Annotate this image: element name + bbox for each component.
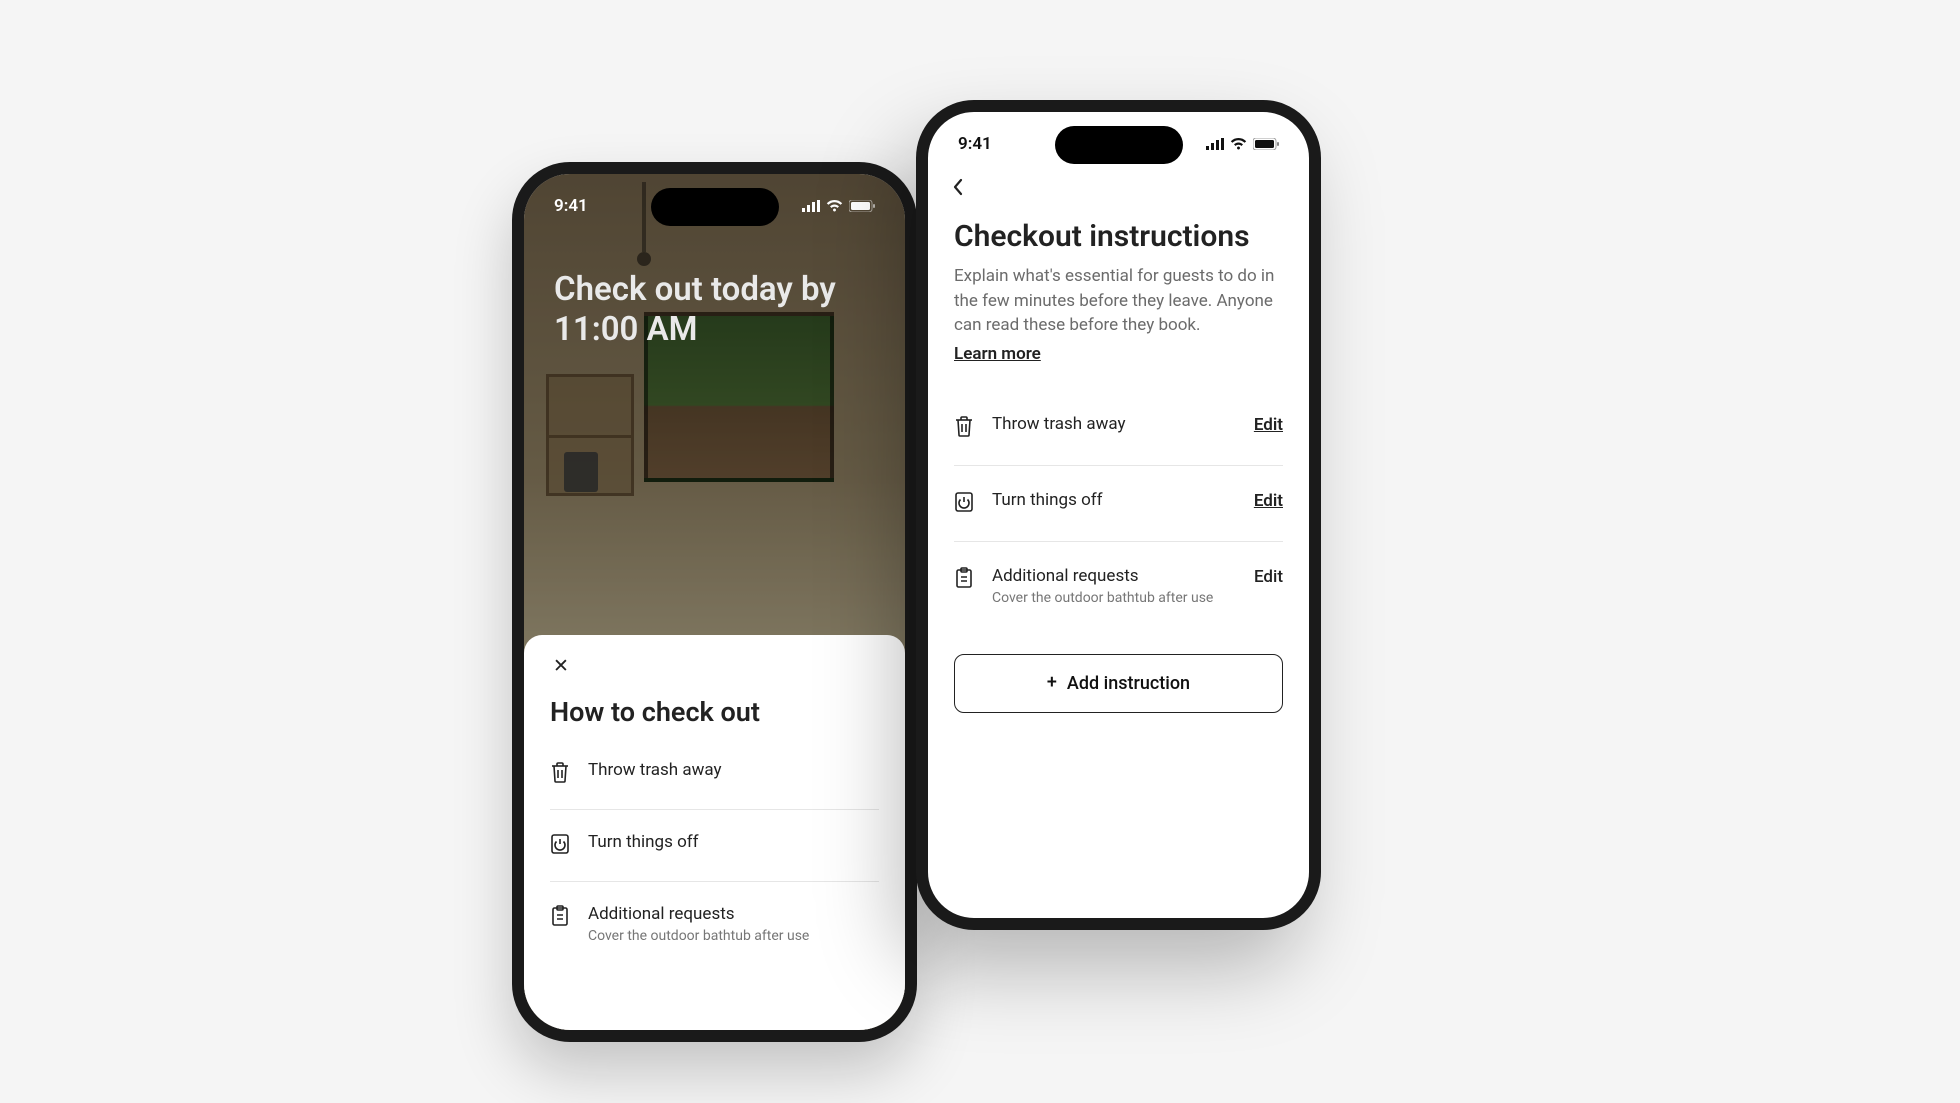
list-item-sub: Cover the outdoor bathtub after use [992, 590, 1238, 606]
list-item: Throw trash away [550, 738, 879, 810]
edit-button[interactable]: Edit [1254, 414, 1283, 435]
list-item: Additional requests Cover the outdoor ba… [954, 542, 1283, 630]
edit-button[interactable]: Edit [1254, 490, 1283, 511]
battery-icon [1253, 138, 1279, 150]
list-item: Turn things off [550, 810, 879, 882]
close-icon[interactable]: ✕ [550, 653, 879, 678]
trash-icon [954, 414, 976, 441]
add-instruction-label: Add instruction [1067, 673, 1190, 694]
wifi-icon [826, 200, 843, 212]
dynamic-island [651, 188, 779, 226]
page-title: Checkout instructions [954, 219, 1283, 254]
host-instruction-list: Throw trash away Edit Turn things off Ed… [954, 390, 1283, 630]
status-indicators [802, 200, 875, 212]
list-item-label: Turn things off [588, 832, 879, 852]
learn-more-link[interactable]: Learn more [954, 344, 1041, 364]
list-item-label: Additional requests [588, 904, 879, 924]
battery-icon [849, 200, 875, 212]
cellular-icon [802, 200, 820, 212]
list-item: Turn things off Edit [954, 466, 1283, 542]
list-item-label: Throw trash away [992, 414, 1238, 434]
cellular-icon [1206, 138, 1224, 150]
guest-instruction-list: Throw trash away Turn things off Additio… [550, 738, 879, 966]
list-item: Additional requests Cover the outdoor ba… [550, 882, 879, 966]
how-to-checkout-sheet: ✕ How to check out Throw trash away Turn… [524, 635, 905, 1030]
checkout-headline: Check out today by 11:00 AM [554, 270, 875, 349]
status-time: 9:41 [958, 134, 992, 154]
list-item-label: Turn things off [992, 490, 1238, 510]
phone-host: 9:41 Checkout instructions Explain what'… [916, 100, 1321, 930]
trash-icon [550, 760, 572, 787]
list-item-label: Additional requests [992, 566, 1238, 586]
list-item-sub: Cover the outdoor bathtub after use [588, 928, 879, 944]
wifi-icon [1230, 138, 1247, 150]
power-icon [550, 832, 572, 859]
clipboard-icon [550, 904, 572, 931]
nav-bar [928, 166, 1309, 205]
list-item: Throw trash away Edit [954, 390, 1283, 466]
back-icon[interactable] [948, 174, 968, 205]
dynamic-island [1055, 126, 1183, 164]
add-instruction-button[interactable]: + Add instruction [954, 654, 1283, 713]
phone-guest: 9:41 Check out today by 11:00 AM ✕ How t… [512, 162, 917, 1042]
sheet-title: How to check out [550, 696, 879, 728]
clipboard-icon [954, 566, 976, 593]
page-description: Explain what's essential for guests to d… [954, 264, 1283, 338]
plus-icon: + [1047, 674, 1057, 692]
status-indicators [1206, 138, 1279, 150]
status-time: 9:41 [554, 196, 588, 216]
edit-button[interactable]: Edit [1254, 566, 1283, 587]
stage: 9:41 Check out today by 11:00 AM ✕ How t… [0, 0, 1960, 1103]
list-item-label: Throw trash away [588, 760, 879, 780]
power-icon [954, 490, 976, 517]
